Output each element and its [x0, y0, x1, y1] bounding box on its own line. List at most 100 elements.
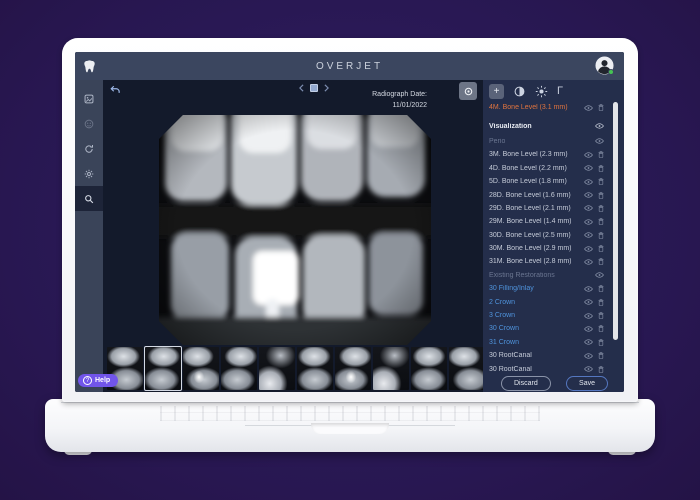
trash-icon[interactable] [598, 205, 604, 212]
visibility-eye-icon[interactable] [595, 138, 604, 145]
visibility-eye-icon[interactable] [584, 105, 593, 111]
sidebar-item-search[interactable] [75, 186, 103, 211]
settings-gear-icon [84, 169, 94, 179]
visibility-eye-icon[interactable] [584, 205, 593, 212]
finding-row[interactable]: 3M. Bone Level (2.3 mm) [489, 148, 604, 161]
radiograph-image[interactable] [159, 115, 431, 345]
chevron-right-icon[interactable] [324, 84, 329, 92]
save-button[interactable]: Save [566, 375, 608, 391]
visibility-eye-icon[interactable] [584, 326, 593, 332]
xray-thumbnail[interactable] [373, 347, 409, 390]
finding-row[interactable]: 4M. Bone Level (3.1 mm) [489, 101, 604, 114]
discard-button[interactable]: Discard [501, 375, 551, 391]
visibility-eye-icon[interactable] [584, 245, 593, 252]
visibility-eye-icon[interactable] [584, 259, 593, 265]
visibility-eye-icon[interactable] [584, 366, 593, 372]
finding-row[interactable]: 29D. Bone Level (2.1 mm) [489, 202, 604, 215]
finding-row[interactable]: 30M. Bone Level (2.9 mm) [489, 242, 604, 255]
xray-thumbnail[interactable] [297, 347, 333, 390]
xray-thumbnail[interactable] [259, 347, 295, 390]
finding-row[interactable]: 31M. Bone Level (2.8 mm) [489, 255, 604, 268]
trash-icon[interactable] [598, 366, 604, 373]
visibility-eye-icon[interactable] [584, 232, 593, 238]
image-navigator [299, 84, 329, 92]
visibility-eye-icon[interactable] [595, 123, 604, 129]
row-icons [595, 123, 604, 129]
section-header-row[interactable]: Existing Restorations [489, 269, 604, 282]
visibility-eye-icon[interactable] [584, 152, 593, 158]
visibility-eye-icon[interactable] [584, 192, 593, 198]
panel-actions: Discard Save [489, 375, 618, 391]
xray-thumbnail[interactable] [144, 346, 182, 391]
row-icons [584, 258, 604, 266]
visibility-eye-icon[interactable] [584, 299, 593, 305]
trash-icon[interactable] [598, 339, 604, 346]
visibility-eye-icon[interactable] [584, 339, 593, 345]
row-icons [584, 191, 604, 199]
laptop-hinge [61, 402, 639, 403]
finding-label: 3 Crown [489, 312, 516, 320]
finding-row[interactable]: 29M. Bone Level (1.4 mm) [489, 215, 604, 228]
contrast-icon[interactable] [513, 85, 526, 98]
finding-row[interactable]: 2 Crown [489, 295, 604, 308]
xray-thumbnail[interactable] [335, 347, 371, 390]
visibility-eye-icon[interactable] [584, 165, 593, 171]
finding-row[interactable]: 30 RootCanal [489, 362, 604, 375]
radiograph-date-label: Radiograph Date: [372, 91, 427, 98]
trash-icon[interactable] [598, 104, 604, 111]
finding-row[interactable]: 3 Crown [489, 309, 604, 322]
trash-icon[interactable] [598, 218, 604, 226]
trash-icon[interactable] [598, 232, 604, 239]
trash-icon[interactable] [598, 352, 604, 360]
finding-row[interactable]: 30 Filling/Inlay [489, 282, 604, 295]
current-image-icon[interactable] [310, 84, 318, 92]
image-settings-button[interactable] [459, 82, 477, 100]
finding-row[interactable]: 30D. Bone Level (2.5 mm) [489, 229, 604, 242]
sidebar-item-refresh[interactable] [75, 136, 103, 161]
finding-row[interactable]: 28D. Bone Level (1.6 mm) [489, 188, 604, 201]
xray-thumbnail[interactable] [183, 347, 219, 390]
sidebar-item-radiographs[interactable] [75, 86, 103, 111]
visibility-eye-icon[interactable] [584, 286, 593, 292]
finding-label: 30 Crown [489, 325, 519, 333]
visibility-eye-icon[interactable] [584, 219, 593, 225]
trash-icon[interactable] [598, 191, 604, 199]
trash-icon[interactable] [598, 151, 604, 159]
trash-icon[interactable] [598, 178, 604, 185]
laptop-keyboard [160, 406, 540, 421]
trash-icon[interactable] [598, 325, 604, 333]
finding-row[interactable]: 30 RootCanal [489, 349, 604, 362]
chevron-left-icon[interactable] [299, 84, 304, 92]
trash-icon[interactable] [598, 245, 604, 252]
undo-icon[interactable] [109, 85, 121, 95]
visibility-eye-icon[interactable] [595, 272, 604, 278]
gamma-icon[interactable]: Γ [557, 86, 563, 97]
xray-thumbnail[interactable] [449, 347, 485, 390]
panel-scrollbar[interactable] [613, 102, 618, 340]
trash-icon[interactable] [598, 285, 604, 293]
xray-thumbnail[interactable] [221, 347, 257, 390]
brightness-icon[interactable] [535, 85, 548, 98]
row-icons [584, 339, 604, 346]
add-annotation-button[interactable]: + [489, 84, 504, 99]
visualization-header-row[interactable]: Visualization [489, 119, 604, 132]
finding-row[interactable]: 31 Crown [489, 336, 604, 349]
trash-icon[interactable] [598, 165, 604, 172]
visibility-eye-icon[interactable] [584, 312, 593, 319]
finding-row[interactable]: 4D. Bone Level (2.2 mm) [489, 162, 604, 175]
trash-icon[interactable] [598, 299, 604, 306]
visibility-eye-icon[interactable] [584, 179, 593, 185]
sidebar-item-settings[interactable] [75, 161, 103, 186]
finding-row[interactable]: 30 Crown [489, 322, 604, 335]
help-label: Help [95, 377, 111, 384]
row-icons [584, 218, 604, 226]
help-button[interactable]: ? Help [78, 374, 119, 387]
section-header-row[interactable]: Perio [489, 135, 604, 148]
trash-icon[interactable] [598, 312, 604, 319]
visibility-eye-icon[interactable] [584, 353, 593, 359]
trash-icon[interactable] [598, 258, 604, 266]
user-avatar[interactable] [595, 56, 614, 75]
xray-thumbnail[interactable] [411, 347, 447, 390]
finding-row[interactable]: 5D. Bone Level (1.8 mm) [489, 175, 604, 188]
sidebar-item-patient[interactable] [75, 111, 103, 136]
